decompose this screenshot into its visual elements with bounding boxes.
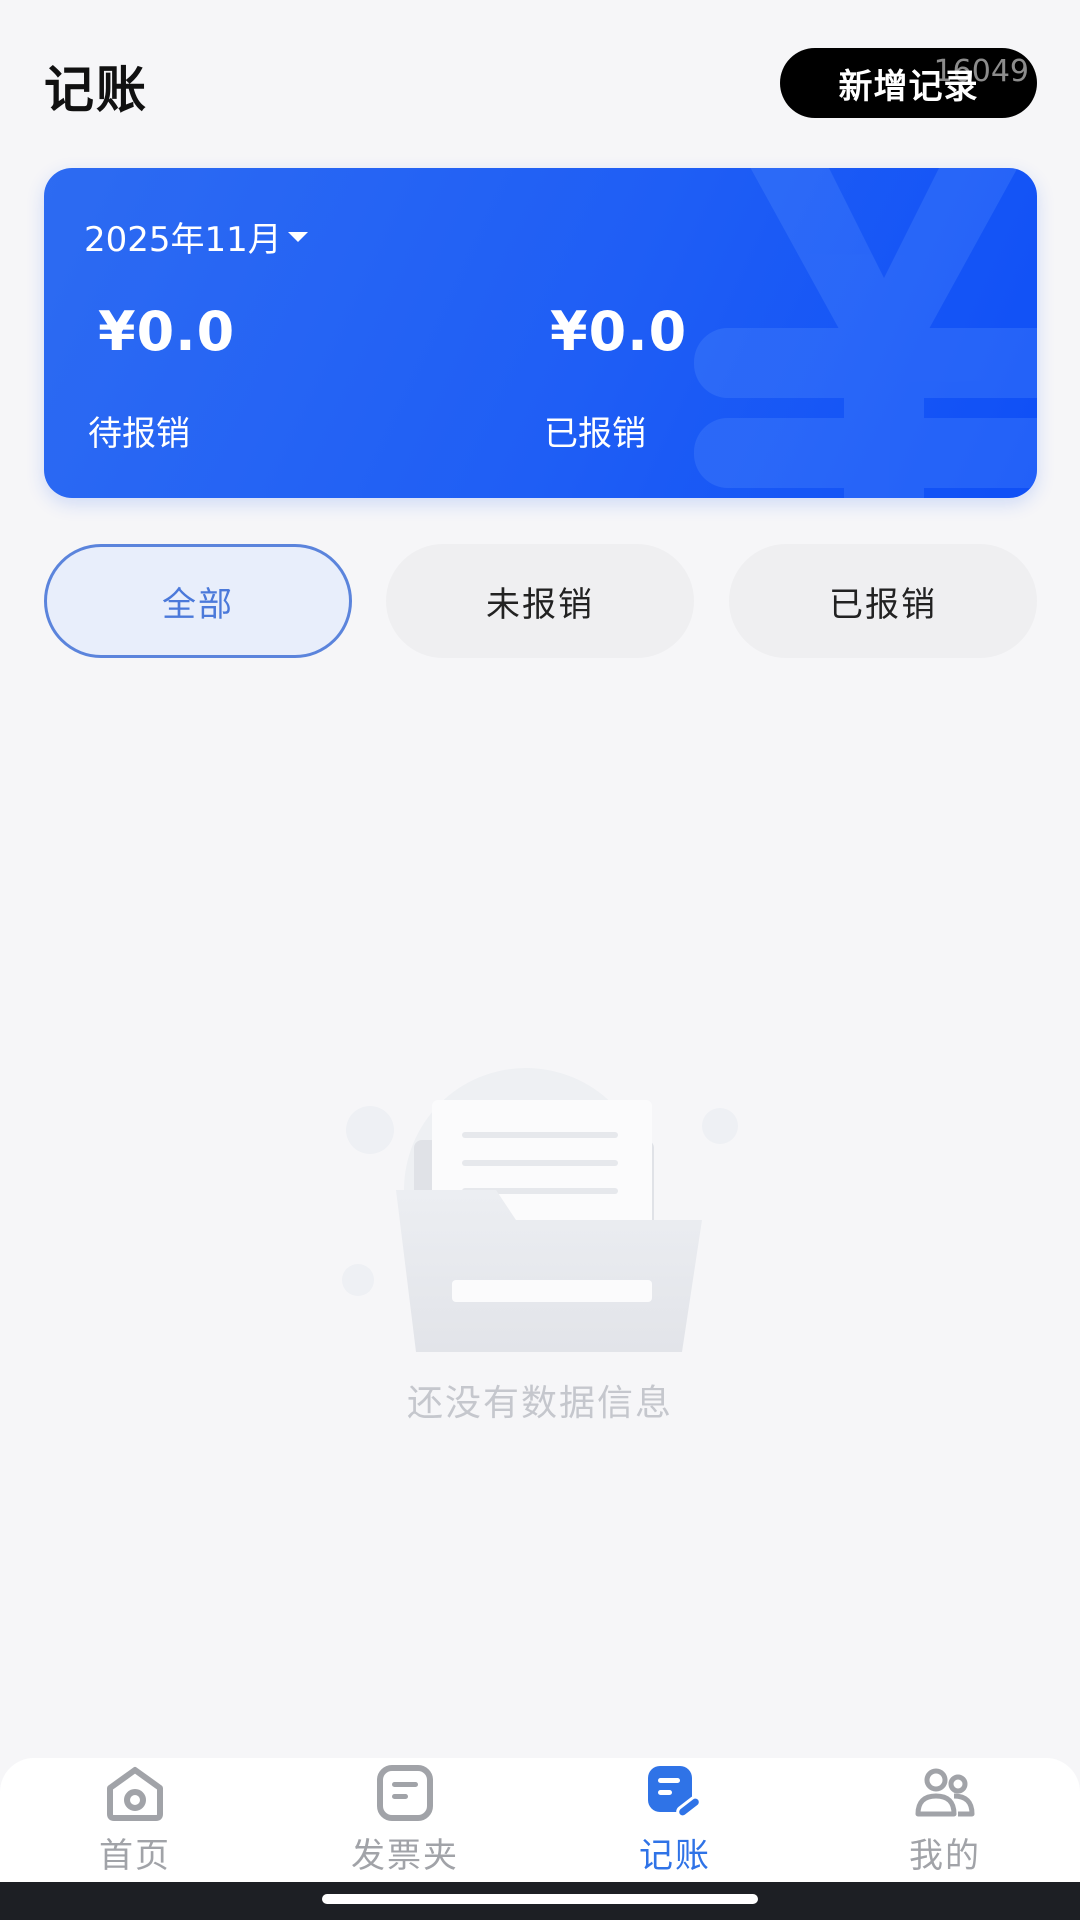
- home-indicator[interactable]: [322, 1894, 758, 1904]
- month-selector[interactable]: 2025年11月: [84, 212, 308, 261]
- caret-down-icon: [287, 231, 308, 242]
- nav-item-home[interactable]: 首页: [0, 1758, 270, 1882]
- empty-state-message: 还没有数据信息: [406, 1383, 673, 1424]
- yen-watermark-icon: [694, 168, 1037, 498]
- pending-label: 待报销: [88, 414, 190, 454]
- empty-folder-icon: [342, 1068, 738, 1352]
- nav-item-mine[interactable]: 我的: [810, 1758, 1080, 1882]
- reimbursed-label: 已报销: [544, 414, 646, 454]
- home-eye-icon: [107, 1767, 163, 1821]
- ledger-edit-icon: [648, 1766, 702, 1819]
- nav-label-mine: 我的: [909, 1836, 981, 1876]
- invoice-folder-icon: [377, 1765, 433, 1821]
- ledger-page: 记账 新增记录 16049 2025年11月 ¥0.0 ¥0.0 待报销 已报销…: [0, 0, 1080, 1920]
- overlay-counter: 16049: [933, 54, 1029, 89]
- filter-tab-reimbursed[interactable]: 已报销: [729, 544, 1037, 658]
- filter-tab-unreimbursed[interactable]: 未报销: [386, 544, 694, 658]
- header: 记账 新增记录 16049: [0, 0, 1080, 168]
- filter-tabs: 全部 未报销 已报销: [44, 544, 1037, 658]
- nav-item-invoice[interactable]: 发票夹: [270, 1758, 540, 1882]
- users-icon: [915, 1768, 975, 1817]
- nav-item-ledger[interactable]: 记账: [540, 1758, 810, 1882]
- bottom-nav: 首页 发票夹 记账 我的: [0, 1758, 1080, 1882]
- reimbursed-amount: ¥0.0: [550, 300, 688, 363]
- system-navigation-bar: [0, 1882, 1080, 1920]
- nav-label-home: 首页: [99, 1836, 171, 1876]
- pending-amount: ¥0.0: [98, 300, 236, 363]
- add-record-button[interactable]: 新增记录 16049: [780, 48, 1037, 118]
- summary-card: 2025年11月 ¥0.0 ¥0.0 待报销 已报销: [44, 168, 1037, 498]
- filter-tab-all[interactable]: 全部: [44, 544, 352, 658]
- page-title: 记账: [44, 61, 148, 119]
- nav-label-invoice: 发票夹: [351, 1836, 459, 1876]
- month-label: 2025年11月: [84, 220, 282, 260]
- nav-label-ledger: 记账: [639, 1836, 711, 1876]
